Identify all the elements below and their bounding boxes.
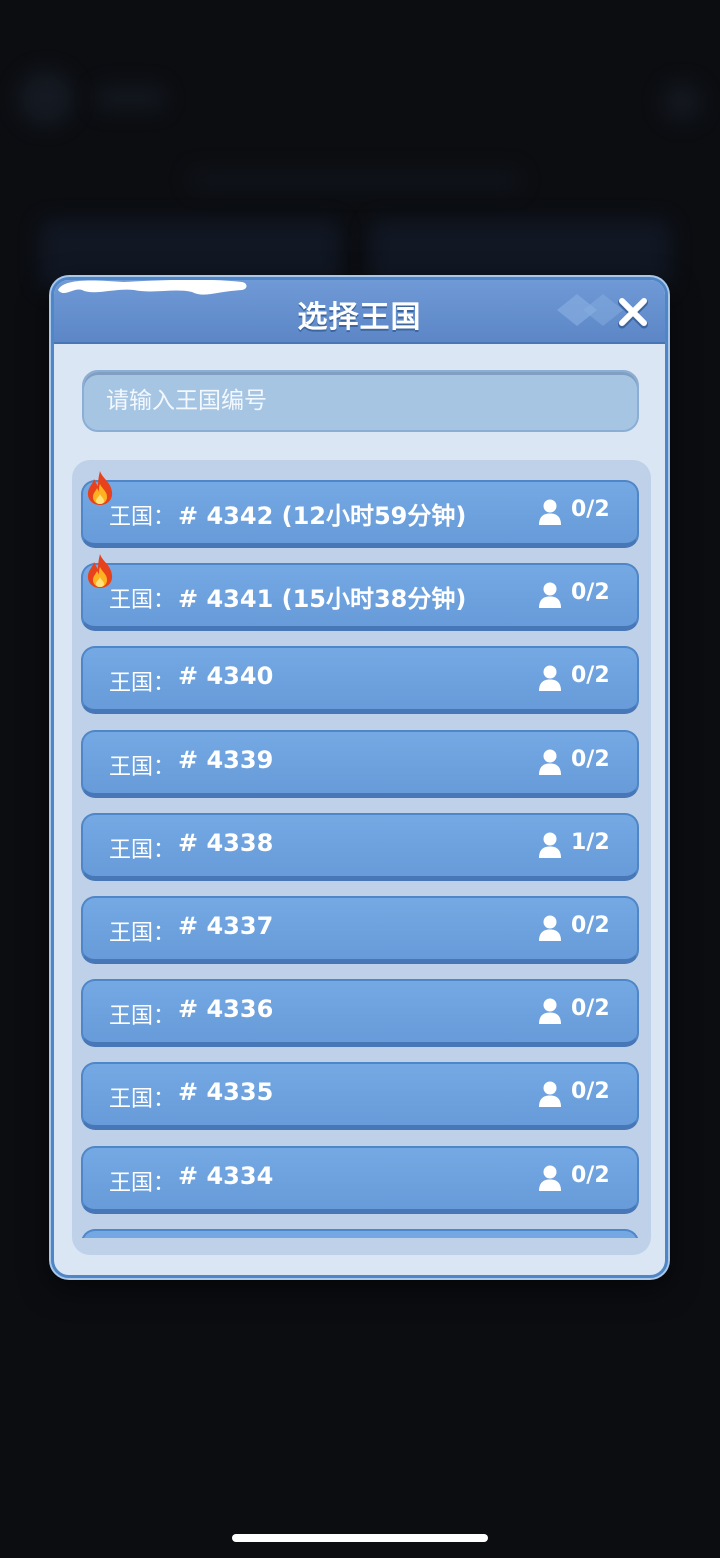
- member-count: 0/2: [571, 996, 610, 1022]
- kingdom-row[interactable]: 王国： # 4340 0/2: [81, 646, 639, 715]
- person-icon: [539, 832, 561, 858]
- member-count: 0/2: [571, 497, 610, 522]
- kingdom-row-partial[interactable]: [81, 1228, 639, 1238]
- member-count: 0/2: [571, 663, 610, 689]
- kingdom-row[interactable]: 王国： # 4335 0/2: [81, 1062, 639, 1131]
- kingdom-label: 王国：: [109, 588, 176, 614]
- member-count: 0/2: [571, 580, 610, 606]
- kingdom-row[interactable]: 王国： # 4334 0/2: [81, 1145, 639, 1214]
- home-indicator[interactable]: [232, 1534, 488, 1542]
- kingdom-number: # 4334: [178, 1161, 274, 1190]
- person-icon: [539, 499, 561, 525]
- kingdom-number: # 4342 (12小时59分钟): [178, 502, 467, 530]
- kingdom-number: # 4341 (15小时38分钟): [178, 585, 467, 614]
- kingdom-label: 王国：: [109, 505, 176, 530]
- background-avatar: [18, 70, 74, 126]
- kingdom-label: 王国：: [109, 671, 176, 697]
- member-count: 0/2: [571, 1079, 610, 1105]
- kingdom-number: # 4340: [178, 662, 274, 691]
- game-screen: 选择王国 王国：# 4342 (12小时59分钟)0/2王国：# 4341 (1…: [0, 0, 720, 1558]
- kingdom-number: # 4339: [178, 745, 274, 774]
- kingdom-label: 王国：: [109, 1004, 176, 1030]
- kingdom-row[interactable]: 王国： # 4338 1/2: [81, 812, 639, 881]
- kingdom-number: # 4335: [178, 1078, 274, 1107]
- member-count: 0/2: [571, 1162, 610, 1188]
- kingdom-list[interactable]: 王国： # 4342 (12小时59分钟) 0/2 王国： # 4341 (15小时38…: [72, 460, 651, 1255]
- kingdom-row[interactable]: 王国： # 4339 0/2: [81, 729, 639, 798]
- background-player-name: [96, 86, 164, 110]
- kingdom-number-input[interactable]: [84, 372, 637, 430]
- kingdom-list-viewport: 王国： # 4342 (12小时59分钟) 0/2 王国： # 4341 (15小时38…: [72, 460, 651, 1238]
- kingdom-number: # 4336: [178, 995, 274, 1024]
- kingdom-label: 王国：: [109, 754, 176, 780]
- kingdom-label: 王国：: [109, 921, 176, 946]
- kingdom-number: # 4337: [178, 912, 274, 940]
- person-icon: [539, 665, 561, 692]
- person-icon: [539, 1081, 561, 1108]
- kingdom-label: 王国：: [109, 1087, 176, 1113]
- kingdom-row[interactable]: 王国： # 4342 (12小时59分钟) 0/2: [81, 471, 639, 548]
- dialog-header: 选择王国: [54, 280, 665, 344]
- kingdom-row[interactable]: 王国： # 4341 (15小时38分钟) 0/2: [81, 554, 639, 632]
- person-icon: [539, 1165, 561, 1191]
- member-count: 0/2: [571, 746, 610, 772]
- member-count: 1/2: [571, 829, 610, 855]
- person-icon: [539, 998, 561, 1025]
- kingdom-label: 王国：: [109, 1170, 176, 1196]
- background-menu-icon: [662, 82, 702, 122]
- person-icon: [539, 915, 561, 941]
- kingdom-row[interactable]: 王国： # 4336 0/2: [81, 979, 639, 1048]
- person-icon: [539, 749, 561, 775]
- kingdom-row[interactable]: 王国： # 4337 0/2: [81, 896, 639, 964]
- search-box: [82, 370, 639, 432]
- background-text: [190, 170, 520, 190]
- kingdom-label: 王国：: [109, 837, 176, 863]
- kingdom-number: # 4338: [178, 828, 274, 857]
- person-icon: [539, 582, 561, 609]
- member-count: 0/2: [571, 913, 610, 938]
- select-kingdom-dialog: 选择王国 王国：# 4342 (12小时59分钟)0/2王国：# 4341 (1…: [51, 277, 668, 1278]
- dialog-title: 选择王国: [297, 300, 422, 335]
- close-icon[interactable]: [613, 292, 653, 332]
